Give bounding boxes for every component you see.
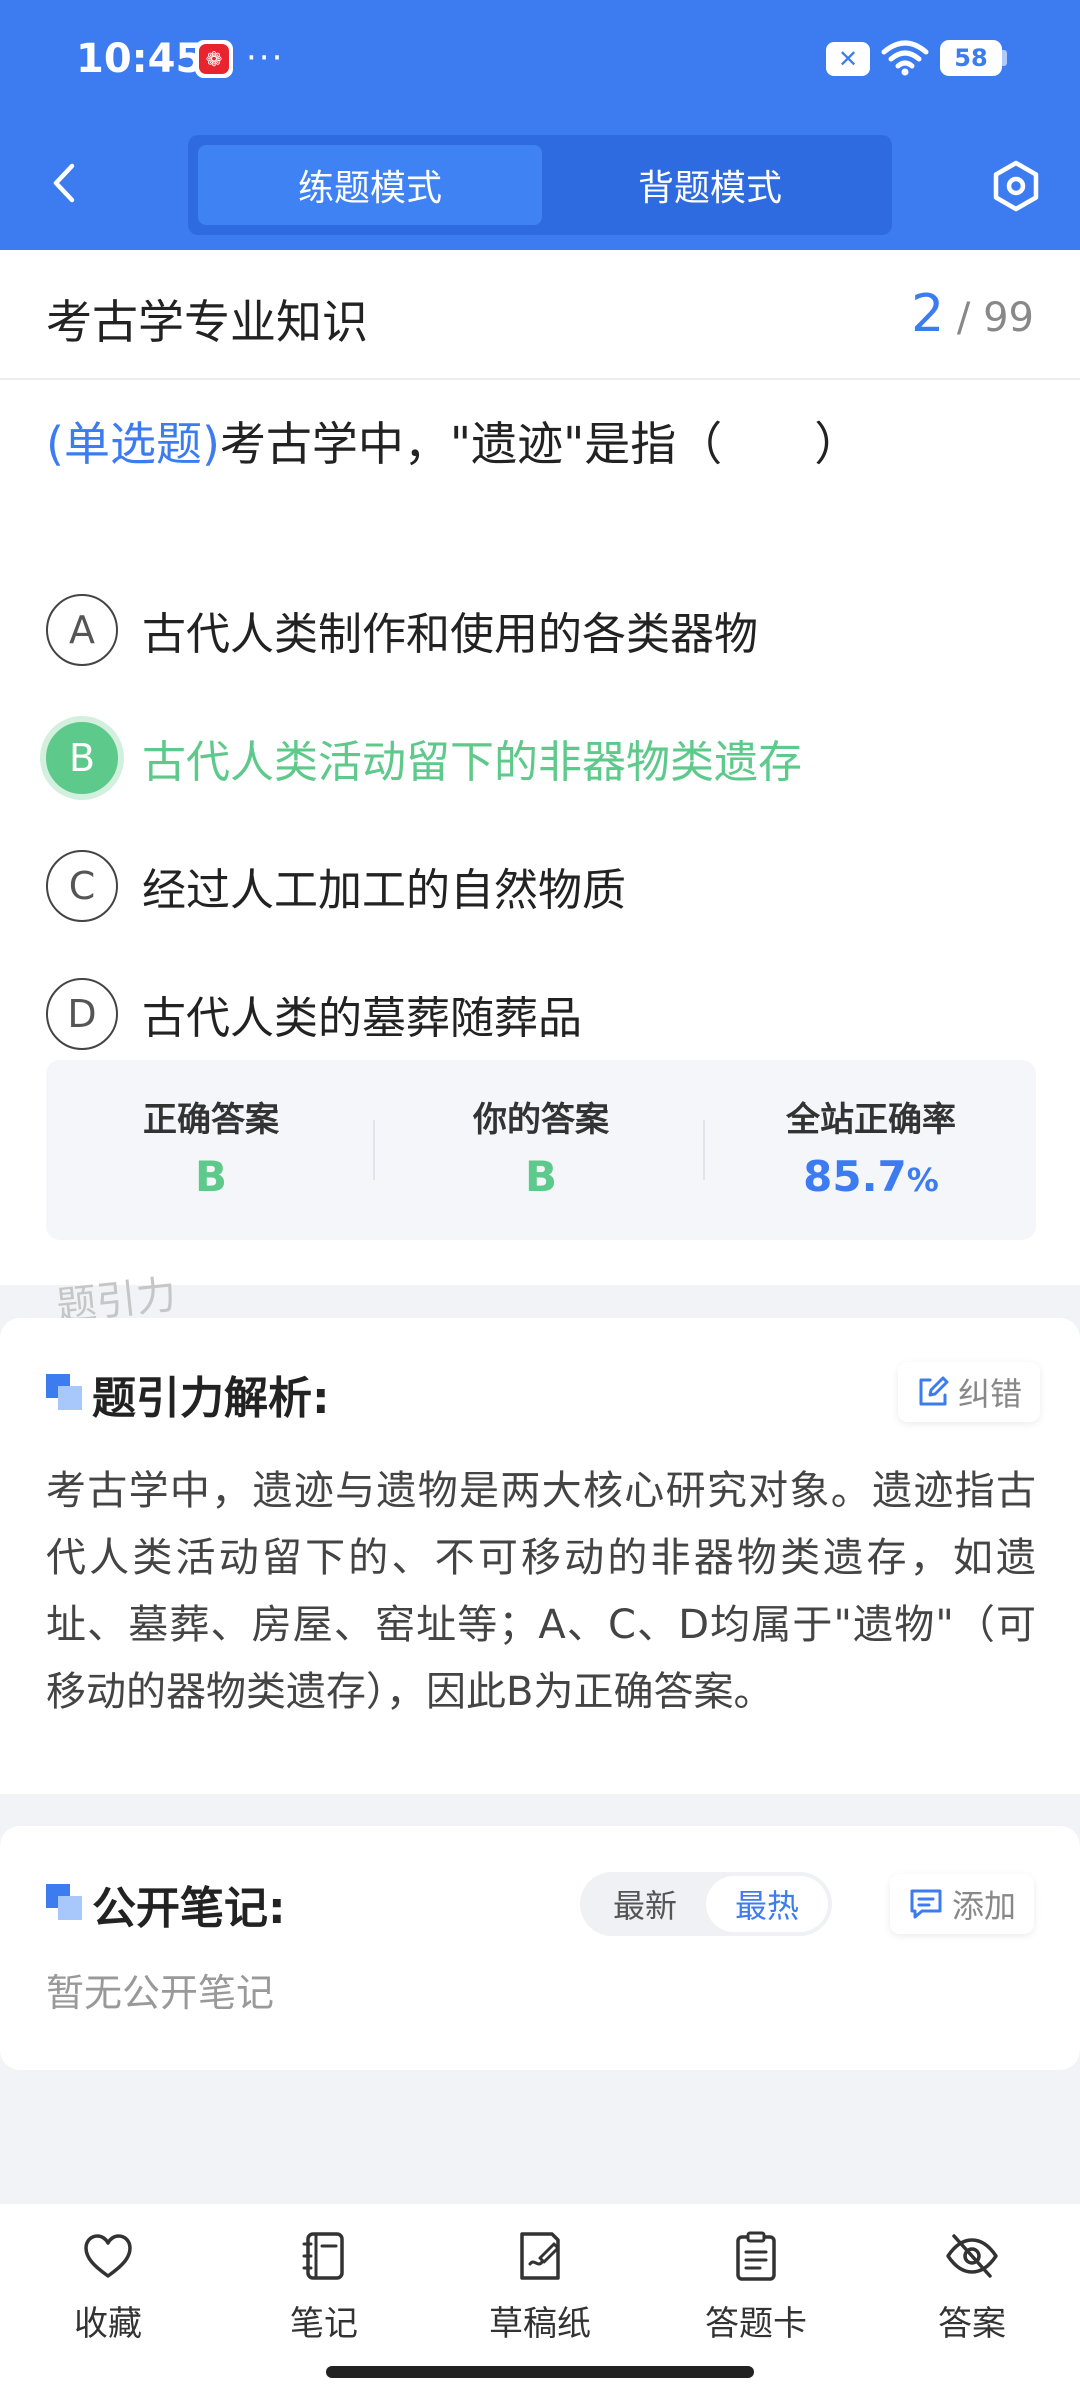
- your-answer-value: B: [524, 1152, 557, 1201]
- answer-stats: 正确答案 B 你的答案 B 全站正确率 85.7%: [46, 1060, 1036, 1240]
- current-question-number: 2: [911, 284, 945, 344]
- add-note-label: 添加: [952, 1887, 1017, 1925]
- heart-icon: [84, 2234, 132, 2278]
- nav-label: 草稿纸: [489, 2304, 591, 2344]
- comment-icon: [910, 1889, 942, 1919]
- correct-answer-label: 正确答案: [143, 1100, 279, 1140]
- edit-icon: [919, 1376, 949, 1406]
- nav-label: 收藏: [74, 2304, 142, 2344]
- notebook-icon: [302, 2232, 344, 2280]
- clipboard-icon: [736, 2231, 776, 2281]
- notes-sort-toggle: 最新 最热: [580, 1872, 832, 1936]
- stat-divider: [703, 1120, 705, 1180]
- subject-title: 考古学专业知识: [46, 295, 368, 349]
- wifi-icon: [881, 40, 929, 76]
- option-letter: C: [46, 850, 118, 922]
- empty-notes-text: 暂无公开笔记: [46, 1971, 275, 2015]
- nav-show-answer[interactable]: 答案: [872, 2228, 1072, 2358]
- site-accuracy-value: 85.7%: [803, 1152, 939, 1201]
- option-letter: A: [46, 594, 118, 666]
- option-b[interactable]: B 古代人类活动留下的非器物类遗存: [46, 718, 1036, 798]
- option-letter: B: [46, 722, 118, 794]
- option-text: 古代人类制作和使用的各类器物: [142, 609, 758, 660]
- nav-answer-sheet[interactable]: 答题卡: [656, 2228, 856, 2358]
- option-text: 古代人类活动留下的非器物类遗存: [142, 737, 802, 788]
- battery-icon: 58: [940, 40, 1002, 76]
- section-icon: [46, 1374, 82, 1410]
- app-header: 10:45 ❁ ··· ✕ 58 练题模式 背题模式: [0, 0, 1080, 250]
- question-text: 考古学中，"遗迹"是指（ ）: [219, 417, 861, 471]
- option-letter: D: [46, 978, 118, 1050]
- report-error-label: 纠错: [958, 1375, 1023, 1413]
- settings-icon[interactable]: [988, 158, 1044, 214]
- your-answer-stat: 你的答案 B: [376, 1060, 706, 1240]
- draft-icon: [520, 2232, 560, 2280]
- question-card: 考古学专业知识 2 / 99 (单选题)考古学中，"遗迹"是指（ ） A 古代人…: [0, 250, 1080, 1285]
- battery-cap: [1002, 50, 1007, 66]
- notes-card: 公开笔记: 最新 最热 添加 暂无公开笔记: [0, 1826, 1080, 2070]
- notes-title: 公开笔记:: [92, 1883, 286, 1934]
- home-indicator[interactable]: [326, 2366, 754, 2378]
- back-icon[interactable]: [40, 158, 90, 208]
- option-c[interactable]: C 经过人工加工的自然物质: [46, 846, 1036, 926]
- question-stem: (单选题)考古学中，"遗迹"是指（ ）: [46, 408, 860, 474]
- nav-label: 答案: [938, 2304, 1006, 2344]
- notification-app-icon: ❁: [195, 40, 233, 78]
- nav-favorite[interactable]: 收藏: [8, 2228, 208, 2358]
- add-note-button[interactable]: 添加: [890, 1874, 1035, 1934]
- section-icon: [46, 1884, 82, 1920]
- more-notifications-icon: ···: [246, 38, 285, 78]
- nav-scratch-paper[interactable]: 草稿纸: [440, 2228, 640, 2358]
- mode-switch: 练题模式 背题模式: [188, 135, 892, 235]
- analysis-text: 考古学中，遗迹与遗物是两大核心研究对象。遗迹指古代人类活动留下的、不可移动的非器…: [46, 1468, 1036, 1715]
- no-sim-icon: ✕: [826, 42, 870, 76]
- status-time: 10:45: [76, 36, 204, 82]
- analysis-card: 题引力解析: 纠错 考古学中，遗迹与遗物是两大核心研究对象。遗迹指古代人类活动留…: [0, 1318, 1080, 1794]
- correct-answer-value: B: [194, 1152, 227, 1201]
- sort-hot-option[interactable]: 最热: [706, 1876, 828, 1932]
- site-accuracy-label: 全站正确率: [786, 1100, 956, 1140]
- status-bar: 10:45 ❁ ··· ✕ 58: [0, 0, 1080, 120]
- question-type: (单选题): [46, 417, 220, 471]
- nav-label: 答题卡: [705, 2304, 807, 2344]
- option-d[interactable]: D 古代人类的墓葬随葬品: [46, 974, 1036, 1054]
- correct-answer-stat: 正确答案 B: [46, 1060, 376, 1240]
- sort-latest-option[interactable]: 最新: [584, 1876, 706, 1932]
- tab-memorize-mode[interactable]: 背题模式: [538, 145, 882, 225]
- your-answer-label: 你的答案: [473, 1100, 609, 1140]
- option-a[interactable]: A 古代人类制作和使用的各类器物: [46, 590, 1036, 670]
- analysis-title: 题引力解析:: [92, 1373, 330, 1424]
- nav-label: 笔记: [290, 2304, 358, 2344]
- question-counter[interactable]: 2 / 99: [911, 284, 1034, 344]
- site-accuracy-stat: 全站正确率 85.7%: [706, 1060, 1036, 1240]
- eye-off-icon: [946, 2234, 998, 2278]
- stat-divider: [373, 1120, 375, 1180]
- total-question-count: / 99: [956, 295, 1034, 341]
- report-error-button[interactable]: 纠错: [898, 1362, 1041, 1422]
- subject-row: 考古学专业知识 2 / 99: [0, 250, 1080, 380]
- nav-notes[interactable]: 笔记: [224, 2228, 424, 2358]
- option-text: 古代人类的墓葬随葬品: [142, 993, 582, 1044]
- option-text: 经过人工加工的自然物质: [142, 865, 626, 916]
- tab-practice-mode[interactable]: 练题模式: [198, 145, 542, 225]
